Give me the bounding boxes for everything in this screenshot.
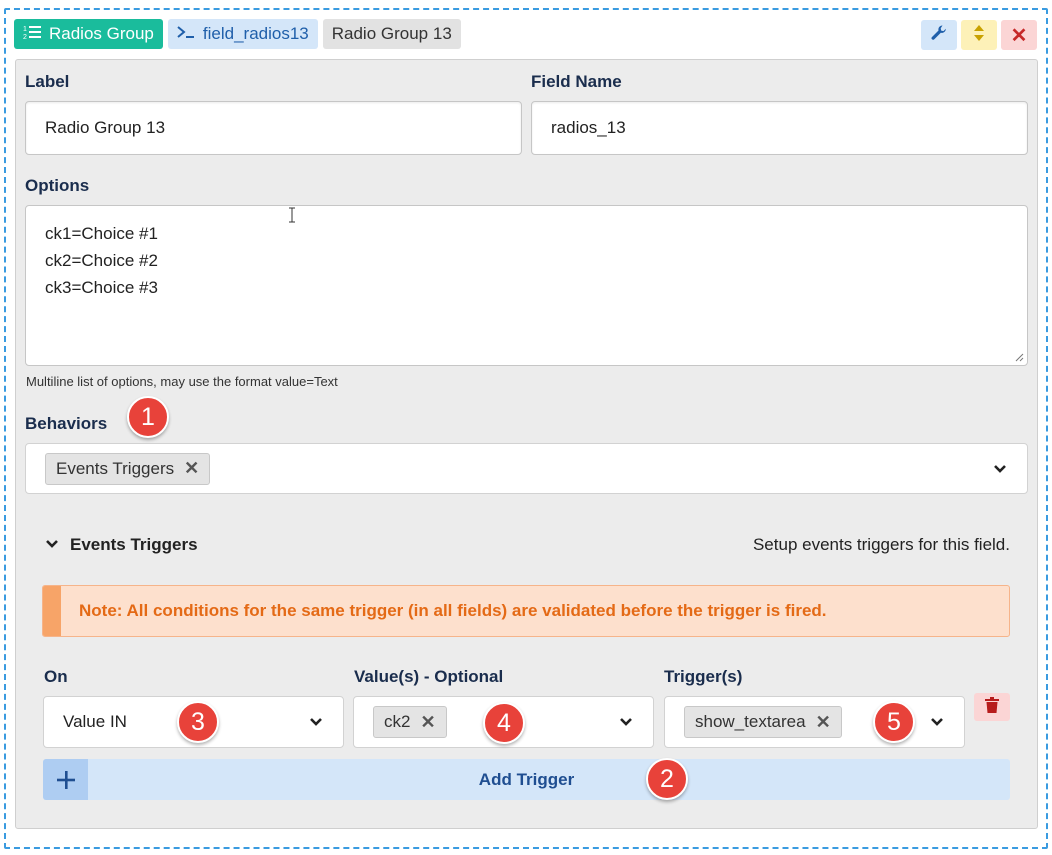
fieldname-input[interactable]: radios_13 xyxy=(531,101,1028,155)
chip-remove-icon[interactable]: ✕ xyxy=(184,458,199,479)
plus-icon xyxy=(43,759,88,800)
note-accent-bar xyxy=(43,586,61,636)
add-trigger-button[interactable]: Add Trigger xyxy=(43,759,1010,800)
col-triggers-title: Trigger(s) xyxy=(664,667,743,686)
note-alert: Note: All conditions for the same trigge… xyxy=(42,585,1010,637)
triggers-select[interactable]: show_textarea ✕ xyxy=(664,696,965,748)
callout-badge: 4 xyxy=(483,702,525,744)
callout-badge: 2 xyxy=(646,758,688,800)
callout-badge: 5 xyxy=(873,701,915,743)
settings-button[interactable] xyxy=(921,20,957,50)
callout-badge: 3 xyxy=(177,701,219,743)
delete-trigger-button[interactable] xyxy=(974,693,1010,721)
terminal-icon xyxy=(177,24,195,44)
behaviors-title: Behaviors xyxy=(25,414,108,433)
chevron-down-icon xyxy=(931,718,943,726)
field-type-label: Radios Group xyxy=(49,24,154,43)
trigger-chip: show_textarea ✕ xyxy=(684,706,842,738)
callout-badge: 1 xyxy=(127,396,169,438)
field-type-tag: 12 Radios Group xyxy=(14,19,163,49)
trigger-chip-label: show_textarea xyxy=(695,712,806,731)
field-label-text: Radio Group 13 xyxy=(331,24,452,43)
behaviors-select[interactable]: Events Triggers ✕ xyxy=(25,443,1028,494)
field-name-label: field_radios13 xyxy=(202,24,309,43)
label-title: Label xyxy=(25,72,70,91)
svg-text:1: 1 xyxy=(23,26,27,33)
chip-remove-icon[interactable]: ✕ xyxy=(420,712,435,733)
options-textarea[interactable]: ck1=Choice #1 ck2=Choice #2 ck3=Choice #… xyxy=(25,205,1028,366)
move-button[interactable] xyxy=(961,20,997,50)
behavior-chip-label: Events Triggers xyxy=(56,458,175,478)
list-ordered-icon: 12 xyxy=(23,24,41,45)
sort-arrows-icon xyxy=(973,24,985,47)
chevron-down-icon xyxy=(620,718,632,726)
chevron-down-icon xyxy=(310,718,322,726)
field-name-tag: field_radios13 xyxy=(167,19,318,49)
events-section-title[interactable]: Events Triggers xyxy=(70,535,198,555)
field-label-tag: Radio Group 13 xyxy=(322,19,461,49)
resize-handle-icon[interactable] xyxy=(1014,352,1024,362)
wrench-icon xyxy=(930,24,948,47)
events-section-hint: Setup events triggers for this field. xyxy=(752,535,1010,554)
chip-remove-icon[interactable]: ✕ xyxy=(816,712,831,733)
on-select-value: Value IN xyxy=(63,712,127,731)
options-help: Multiline list of options, may use the f… xyxy=(26,374,338,389)
options-title: Options xyxy=(25,176,90,195)
col-values-title: Value(s) - Optional xyxy=(354,667,504,686)
option-line: ck2=Choice #2 xyxy=(45,251,158,270)
option-line: ck1=Choice #1 xyxy=(45,224,158,243)
behavior-chip: Events Triggers ✕ xyxy=(45,452,211,485)
trash-icon xyxy=(985,696,999,718)
close-icon: ✕ xyxy=(1010,24,1028,47)
text-cursor-icon xyxy=(289,207,295,223)
add-trigger-label: Add Trigger xyxy=(478,769,575,789)
fieldname-title: Field Name xyxy=(531,72,622,91)
collapse-chevron-icon[interactable] xyxy=(45,539,59,549)
label-input[interactable]: Radio Group 13 xyxy=(25,101,522,155)
svg-text:2: 2 xyxy=(23,34,27,40)
value-chip: ck2 ✕ xyxy=(373,706,447,738)
value-chip-label: ck2 xyxy=(384,712,411,731)
col-on-title: On xyxy=(44,667,68,686)
option-line: ck3=Choice #3 xyxy=(45,278,158,297)
chevron-down-icon xyxy=(994,464,1006,473)
field-header: 12 Radios Group field_radios13 Radio Gro… xyxy=(14,19,461,50)
remove-button[interactable]: ✕ xyxy=(1001,20,1037,50)
note-text: Note: All conditions for the same trigge… xyxy=(79,601,827,620)
